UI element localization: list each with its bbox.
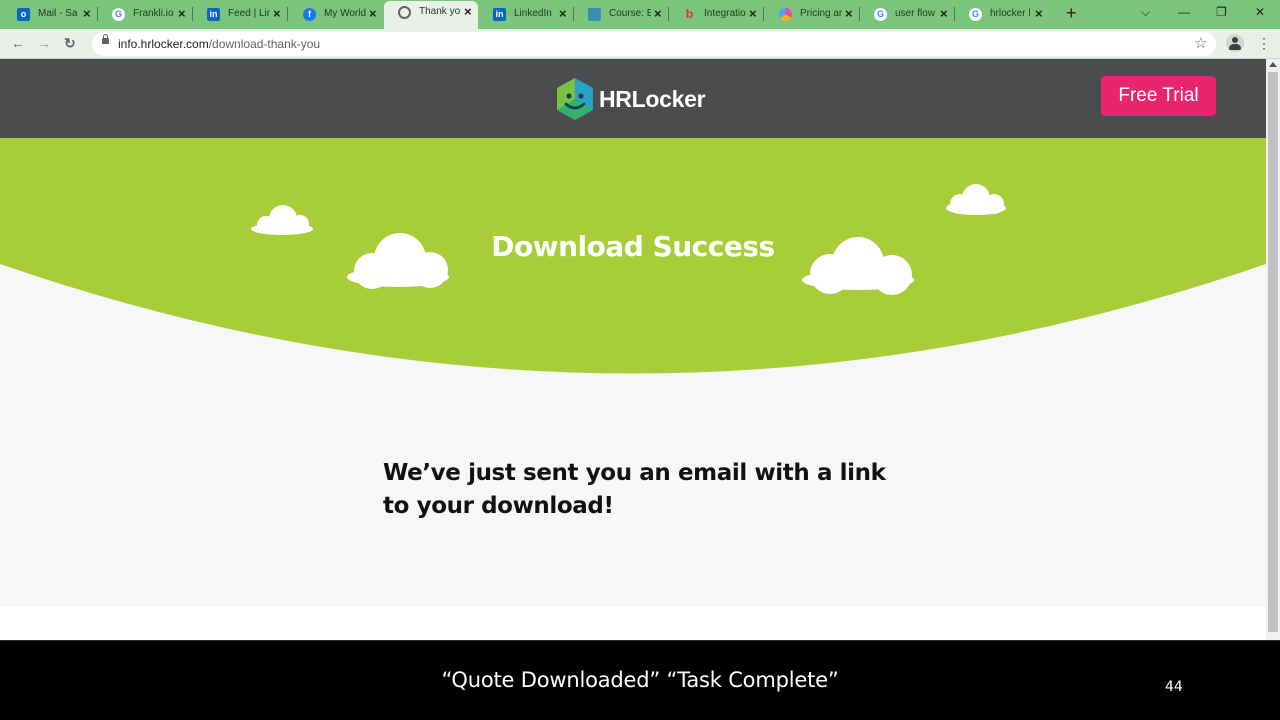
tab-title: hrlocker l	[990, 8, 1031, 19]
facebook-icon: f	[303, 8, 316, 21]
browser-tab[interactable]: in Feed | Lin ×	[193, 3, 287, 26]
google-icon: G	[874, 8, 887, 21]
tab-close-icon[interactable]: ×	[559, 6, 567, 22]
pricing-icon	[779, 8, 792, 21]
tab-title: Pricing ar	[800, 8, 842, 19]
browser-tab[interactable]: Thank yo ×	[384, 1, 478, 29]
tab-separator	[287, 7, 288, 21]
browser-tab-strip: o Mail - Sa × G Frankli.io × in Feed | Lin × f My …	[0, 0, 1280, 29]
tab-title: Feed | Lin	[228, 8, 270, 19]
bookmark-star-icon[interactable]: ☆	[1194, 34, 1207, 52]
scrollbar-thumb[interactable]	[1268, 72, 1278, 632]
linkedin-icon: in	[207, 8, 220, 21]
browser-tab[interactable]: o Mail - Sa ×	[3, 3, 97, 26]
hero-title: Download Success	[491, 230, 775, 263]
brand-name: HRLocker	[599, 86, 706, 112]
tab-title: Frankli.io	[133, 8, 174, 19]
new-tab-button[interactable]: +	[1066, 4, 1077, 22]
browser-tab[interactable]: Course: E ×	[574, 3, 668, 26]
url-host: info.hrlocker.com	[118, 37, 209, 51]
tab-close-icon[interactable]: ×	[749, 6, 757, 22]
tab-close-icon[interactable]: ×	[464, 4, 472, 20]
slide-caption: “Quote Downloaded” “Task Complete”	[441, 668, 839, 692]
scroll-up-arrow-icon[interactable]	[1269, 62, 1277, 67]
browser-tab[interactable]: Ghrlocker l ×	[955, 3, 1049, 26]
browser-tab[interactable]: G Frankli.io ×	[98, 3, 192, 26]
linkedin-icon: in	[493, 8, 506, 21]
vertical-scrollbar[interactable]	[1266, 59, 1280, 640]
tab-close-icon[interactable]: ×	[1035, 6, 1043, 22]
browser-tab[interactable]: Pricing ar ×	[765, 3, 859, 26]
browser-tab[interactable]: Guser flow ×	[860, 3, 954, 26]
slide-number: 44	[1165, 679, 1183, 695]
tab-title: user flow	[895, 8, 936, 19]
lock-icon[interactable]	[102, 34, 109, 44]
tab-title: My World	[324, 8, 366, 19]
tab-close-icon[interactable]: ×	[369, 6, 377, 22]
browser-toolbar: ← → ↻ info.hrlocker.com/download-thank-y…	[0, 29, 1280, 59]
address-bar[interactable]: info.hrlocker.com/download-thank-you ☆	[92, 32, 1216, 56]
slide-caption-bar: “Quote Downloaded” “Task Complete” 44	[0, 640, 1280, 720]
browser-menu-icon[interactable]: ⋮	[1257, 35, 1271, 51]
close-window-button[interactable]: ✕	[1255, 4, 1265, 20]
site-header: HRLocker Free Trial	[0, 59, 1266, 138]
tab-title: LinkedIn	[514, 8, 552, 19]
tab-title: Thank yo	[419, 6, 461, 17]
google-icon: G	[112, 8, 125, 21]
google-icon: G	[969, 8, 982, 21]
course-icon	[588, 8, 601, 21]
tab-close-icon[interactable]: ×	[845, 6, 853, 22]
web-page: HRLocker Free Trial Download Success We’…	[0, 59, 1266, 640]
tab-close-icon[interactable]: ×	[273, 6, 281, 22]
tab-title: Course: E	[609, 8, 651, 19]
outlook-icon: o	[17, 8, 30, 21]
hrlocker-logo-icon	[557, 78, 593, 120]
tab-separator	[763, 7, 764, 21]
tab-close-icon[interactable]: ×	[83, 6, 91, 22]
restore-button[interactable]: ❐	[1216, 4, 1227, 20]
url-text[interactable]: info.hrlocker.com/download-thank-you	[118, 37, 320, 51]
tab-close-icon[interactable]: ×	[654, 6, 662, 22]
reload-button[interactable]: ↻	[64, 35, 76, 51]
free-trial-button[interactable]: Free Trial	[1101, 76, 1216, 116]
back-button[interactable]: ←	[11, 35, 25, 51]
browser-tab[interactable]: b Integratio ×	[669, 3, 763, 26]
tab-search-icon[interactable]: ⌵	[1141, 4, 1150, 20]
browser-tab[interactable]: f My World ×	[289, 3, 383, 26]
url-path: /download-thank-you	[208, 37, 321, 51]
globe-icon	[398, 6, 411, 19]
page-footer-strip	[0, 607, 1266, 640]
tab-close-icon[interactable]: ×	[178, 6, 186, 22]
hero-banner: Download Success	[0, 138, 1266, 378]
browser-tab[interactable]: in LinkedIn ×	[479, 3, 573, 26]
screen: o Mail - Sa × G Frankli.io × in Feed | Lin × f My …	[0, 0, 1280, 720]
tab-title: Integratio	[704, 8, 746, 19]
minimize-button[interactable]: —	[1178, 4, 1190, 20]
bamboo-icon: b	[685, 7, 694, 21]
profile-avatar[interactable]	[1226, 34, 1244, 52]
tab-title: Mail - Sa	[38, 8, 78, 19]
tab-close-icon[interactable]: ×	[940, 6, 948, 22]
forward-button[interactable]: →	[37, 35, 51, 51]
hrlocker-logo[interactable]: HRLocker	[555, 77, 715, 121]
confirmation-message: We’ve just sent you an email with a link…	[383, 460, 886, 519]
